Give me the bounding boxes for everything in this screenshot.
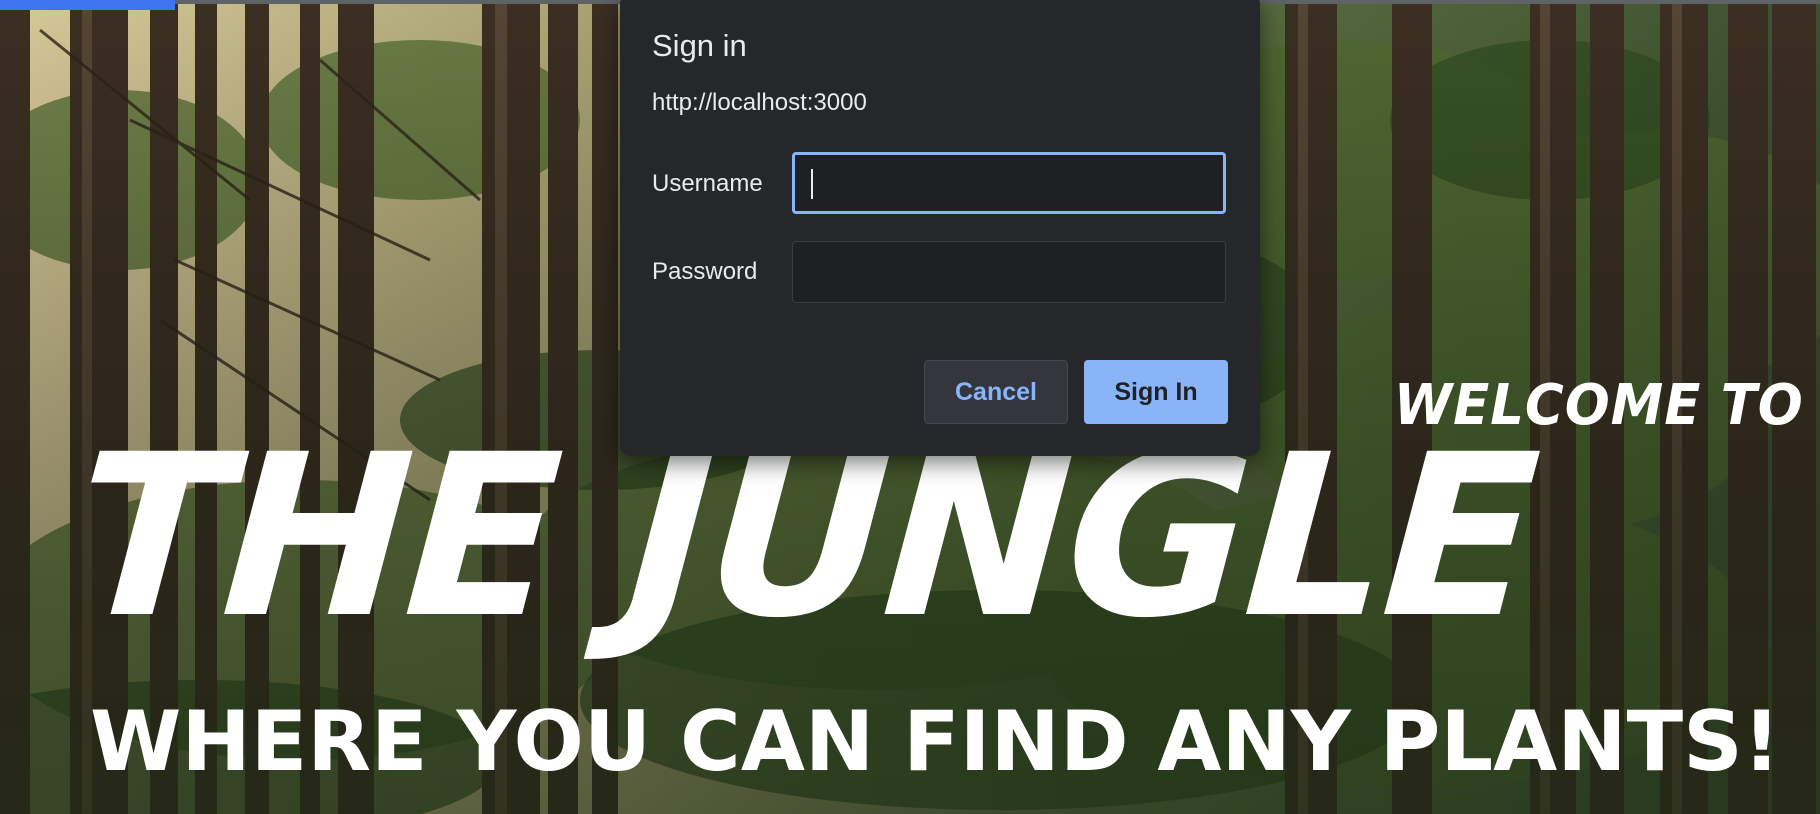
sign-in-button[interactable]: Sign In bbox=[1084, 360, 1228, 424]
hero-title-container: THE JUNGLE bbox=[68, 406, 1812, 667]
password-input[interactable] bbox=[792, 241, 1226, 303]
text-caret bbox=[811, 169, 813, 199]
hero-subtitle: WHERE YOU CAN FIND ANY PLANTS! bbox=[90, 693, 1781, 790]
page: WELCOME TO THE JUNGLE WHERE YOU CAN FIND… bbox=[0, 0, 1820, 814]
dialog-origin-url: http://localhost:3000 bbox=[652, 89, 867, 116]
sign-in-dialog: Sign in http://localhost:3000 Username P… bbox=[620, 0, 1260, 456]
password-label: Password bbox=[652, 258, 758, 285]
hero-title: THE JUNGLE bbox=[67, 406, 1543, 667]
cancel-button[interactable]: Cancel bbox=[924, 360, 1068, 424]
page-loading-progress bbox=[0, 0, 175, 10]
username-label: Username bbox=[652, 170, 763, 197]
username-input[interactable] bbox=[792, 152, 1226, 214]
dialog-title: Sign in bbox=[652, 28, 747, 63]
